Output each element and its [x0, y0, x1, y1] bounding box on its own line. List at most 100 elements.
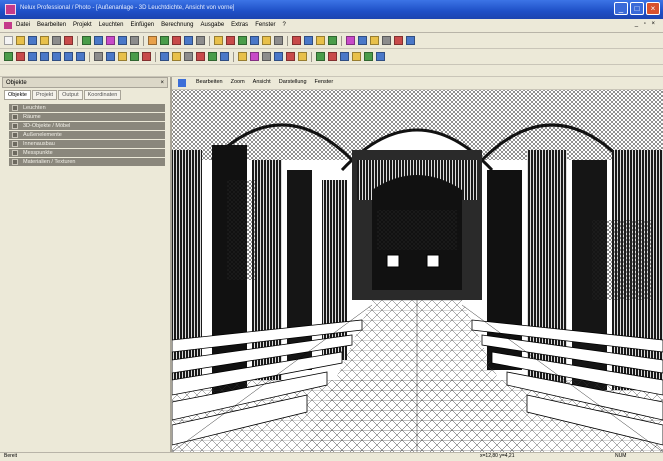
toolbar-tool-icon[interactable]	[130, 52, 139, 61]
layer-label: Außenelemente	[23, 132, 62, 138]
close-button[interactable]: ×	[646, 2, 660, 15]
panel-close-icon[interactable]: ×	[160, 80, 164, 86]
toolbar-tool-icon[interactable]	[394, 36, 403, 45]
toolbar-tool-icon[interactable]	[304, 36, 313, 45]
toolbar-tool-icon[interactable]	[184, 36, 193, 45]
toolbar-tool-icon[interactable]	[142, 52, 151, 61]
panel-tab[interactable]: Objekte	[4, 90, 31, 100]
toolbar-tool-icon[interactable]	[376, 52, 385, 61]
toolbar-tool-icon[interactable]	[76, 52, 85, 61]
toolbar-tool-icon[interactable]	[118, 52, 127, 61]
toolbar-tool-icon[interactable]	[238, 36, 247, 45]
layer-item[interactable]: Messpunkte	[9, 149, 165, 157]
toolbar-tool-icon[interactable]	[340, 52, 349, 61]
mdi-controls[interactable]: _ ▫ ×	[635, 21, 657, 27]
toolbar-tool-icon[interactable]	[16, 36, 25, 45]
toolbar-tool-icon[interactable]	[208, 52, 217, 61]
menu-item[interactable]: ?	[283, 22, 286, 28]
toolbar-tool-icon[interactable]	[406, 36, 415, 45]
toolbar-tool-icon[interactable]	[214, 36, 223, 45]
toolbar-tool-icon[interactable]	[64, 52, 73, 61]
layer-item[interactable]: Leuchten	[9, 104, 165, 112]
menu-item[interactable]: Ausgabe	[200, 22, 224, 28]
view-menu-item[interactable]: Fenster	[315, 79, 334, 85]
menu-item[interactable]: Berechnung	[161, 22, 193, 28]
toolbar-tool-icon[interactable]	[352, 52, 361, 61]
menu-item[interactable]: Leuchten	[99, 22, 124, 28]
toolbar-tool-icon[interactable]	[316, 36, 325, 45]
toolbar-tool-icon[interactable]	[262, 36, 271, 45]
panel-tab[interactable]: Koordinaten	[83, 90, 122, 100]
toolbar-tool-icon[interactable]	[94, 52, 103, 61]
toolbar-tool-icon[interactable]	[286, 52, 295, 61]
toolbar-tool-icon[interactable]	[328, 36, 337, 45]
layer-item[interactable]: Materialien / Texturen	[9, 158, 165, 166]
toolbar-tool-icon[interactable]	[64, 36, 73, 45]
toolbar-tool-icon[interactable]	[106, 36, 115, 45]
toolbar-tool-icon[interactable]	[52, 36, 61, 45]
toolbar-tool-icon[interactable]	[52, 52, 61, 61]
layer-item[interactable]: Außenelemente	[9, 131, 165, 139]
toolbar-tool-icon[interactable]	[274, 36, 283, 45]
layer-item[interactable]: Räume	[9, 113, 165, 121]
menu-item[interactable]: Bearbeiten	[37, 22, 66, 28]
toolbar-tool-icon[interactable]	[82, 36, 91, 45]
view-menu-item[interactable]: Zoom	[231, 79, 245, 85]
toolbar-tool-icon[interactable]	[220, 52, 229, 61]
toolbar-tool-icon[interactable]	[298, 52, 307, 61]
toolbar-tool-icon[interactable]	[4, 36, 13, 45]
layer-item[interactable]: Innenausbau	[9, 140, 165, 148]
toolbar-tool-icon[interactable]	[238, 52, 247, 61]
toolbar-tool-icon[interactable]	[4, 52, 13, 61]
toolbar-tool-icon[interactable]	[94, 36, 103, 45]
menu-item[interactable]: Datei	[16, 22, 30, 28]
menu-item[interactable]: Extras	[231, 22, 248, 28]
view-menu-item[interactable]: Bearbeiten	[196, 79, 223, 85]
toolbar-tool-icon[interactable]	[262, 52, 271, 61]
panel-header: Objekte ×	[2, 77, 168, 88]
toolbar-tool-icon[interactable]	[274, 52, 283, 61]
maximize-button[interactable]: □	[630, 2, 644, 15]
menu-item[interactable]: Einfügen	[130, 22, 154, 28]
toolbar-tool-icon[interactable]	[106, 52, 115, 61]
toolbar-tool-icon[interactable]	[160, 36, 169, 45]
layer-list: Leuchten Räume 3D-Objekte / Möbel Außenelem…	[9, 104, 165, 167]
menu-item[interactable]: Projekt	[73, 22, 92, 28]
toolbar-tool-icon[interactable]	[250, 36, 259, 45]
toolbar-tool-icon[interactable]	[316, 52, 325, 61]
toolbar-tool-icon[interactable]	[292, 36, 301, 45]
toolbar-tool-icon[interactable]	[196, 52, 205, 61]
toolbar-tool-icon[interactable]	[184, 52, 193, 61]
toolbar-tool-icon[interactable]	[16, 52, 25, 61]
render-viewport[interactable]	[172, 90, 663, 452]
toolbar-tool-icon[interactable]	[172, 36, 181, 45]
toolbar-tool-icon[interactable]	[130, 36, 139, 45]
toolbar-tool-icon[interactable]	[226, 36, 235, 45]
toolbar-tool-icon[interactable]	[358, 36, 367, 45]
panel-tab[interactable]: Projekt	[31, 90, 58, 100]
toolbar-tool-icon[interactable]	[382, 36, 391, 45]
toolbar-tool-icon[interactable]	[250, 52, 259, 61]
toolbar-tool-icon[interactable]	[148, 36, 157, 45]
layer-item[interactable]: 3D-Objekte / Möbel	[9, 122, 165, 130]
toolbar-tool-icon[interactable]	[346, 36, 355, 45]
view-menu-item[interactable]: Darstellung	[279, 79, 307, 85]
toolbar-tool-icon[interactable]	[118, 36, 127, 45]
toolbar-tool-icon[interactable]	[364, 52, 373, 61]
toolbar-tool-icon[interactable]	[28, 52, 37, 61]
minimize-button[interactable]: _	[614, 2, 628, 15]
toolbar-tool-icon[interactable]	[172, 52, 181, 61]
layer-label: Materialien / Texturen	[23, 159, 76, 165]
panel-title: Objekte	[6, 80, 27, 86]
toolbar-tool-icon[interactable]	[40, 36, 49, 45]
panel-tab[interactable]: Output	[58, 90, 83, 100]
toolbar-tool-icon[interactable]	[40, 52, 49, 61]
menu-item[interactable]: Fenster	[255, 22, 275, 28]
toolbar-tool-icon[interactable]	[160, 52, 169, 61]
toolbar-tool-icon[interactable]	[328, 52, 337, 61]
toolbar-tool-icon[interactable]	[196, 36, 205, 45]
toolbar-tool-icon[interactable]	[370, 36, 379, 45]
app-icon	[5, 4, 16, 15]
toolbar-tool-icon[interactable]	[28, 36, 37, 45]
view-menu-item[interactable]: Ansicht	[253, 79, 271, 85]
